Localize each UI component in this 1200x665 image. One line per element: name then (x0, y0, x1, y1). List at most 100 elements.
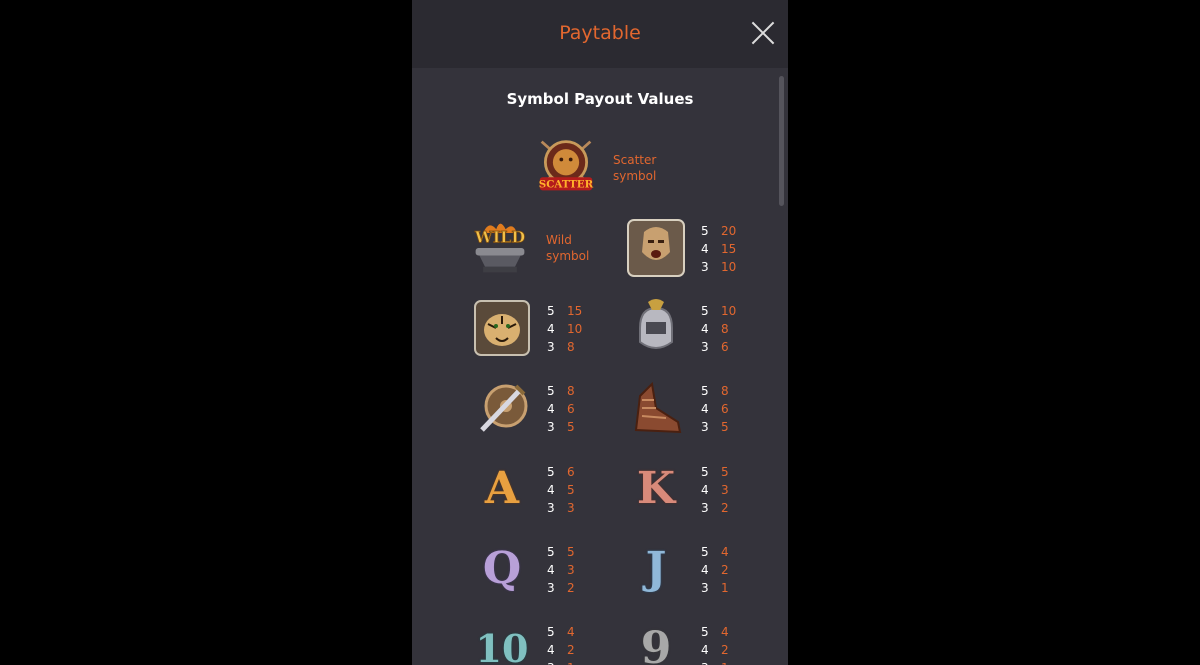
payout-value: 8 (567, 384, 575, 398)
j-pays: 544231 (701, 543, 761, 597)
payout-count: 3 (701, 420, 709, 434)
payout-count: 3 (701, 581, 709, 595)
letter-j-glyph: J (645, 543, 667, 594)
scatter-label: Scatter symbol (613, 152, 656, 184)
gladiator-icon (627, 219, 685, 277)
payout-count: 5 (547, 384, 555, 398)
payout-value: 3 (567, 563, 575, 577)
payout-row: 33 (547, 499, 607, 517)
payout-value: 2 (721, 643, 729, 657)
close-icon[interactable] (750, 20, 776, 46)
payout-row: 42 (701, 641, 761, 659)
wild-badge: WILD (474, 227, 526, 246)
scatter-badge: SCATTER (539, 179, 594, 191)
tiger-icon (474, 300, 530, 356)
number-10-glyph: 10 (475, 626, 529, 665)
letter-q-icon: Q (472, 539, 532, 599)
payout-count: 5 (701, 545, 709, 559)
payout-row: 55 (701, 463, 761, 481)
letter-k-icon: K (626, 459, 686, 519)
letter-q-glyph: Q (482, 543, 522, 594)
payout-row: 42 (701, 561, 761, 579)
payout-count: 4 (547, 563, 555, 577)
payout-row: 56 (547, 463, 607, 481)
payout-count: 5 (701, 224, 709, 238)
payout-count: 5 (547, 465, 555, 479)
payout-count: 4 (701, 322, 709, 336)
payout-count: 4 (701, 643, 709, 657)
payout-value: 2 (721, 501, 729, 515)
payout-row: 43 (547, 561, 607, 579)
10-pays: 544231 (547, 623, 607, 665)
payout-row: 45 (547, 481, 607, 499)
payout-count: 4 (701, 402, 709, 416)
payout-row: 4 10 (547, 320, 607, 338)
payout-count: 3 (547, 501, 555, 515)
wild-label-line1: Wild (546, 233, 572, 247)
payout-row: 31 (547, 659, 607, 665)
payout-value: 8 (721, 384, 729, 398)
number-9-icon: 9 (626, 619, 686, 665)
shield-sword-icon (480, 384, 528, 432)
payout-value: 2 (721, 563, 729, 577)
payout-count: 5 (701, 304, 709, 318)
payout-count: 3 (701, 659, 709, 665)
payout-value: 5 (567, 420, 575, 434)
payout-row: 4 15 (701, 240, 761, 258)
wild-brazier-icon: WILD (473, 223, 526, 273)
payout-value: 5 (567, 483, 575, 497)
payout-row: 35 (547, 418, 607, 436)
payout-value: 5 (567, 545, 575, 559)
payout-value: 10 (567, 322, 583, 336)
payout-value: 2 (567, 643, 575, 657)
payout-row: 48 (701, 320, 761, 338)
sandal-pays: 584635 (701, 382, 761, 436)
scrollbar[interactable] (779, 72, 785, 665)
payout-value: 20 (721, 224, 737, 238)
letter-a-glyph: A (484, 463, 520, 514)
letter-a-icon: A (472, 459, 532, 519)
helmet-icon (639, 299, 673, 349)
k-pays: 5543 32 (701, 463, 761, 517)
payout-row: 46 (701, 400, 761, 418)
payout-row: 43 (701, 481, 761, 499)
payout-count: 3 (701, 501, 709, 515)
payout-row: 46 (547, 400, 607, 418)
payout-row: 35 (701, 418, 761, 436)
q-pays: 554332 (547, 543, 607, 597)
payout-row: 58 (701, 382, 761, 400)
payout-value: 6 (721, 402, 729, 416)
payout-value: 5 (721, 420, 729, 434)
payout-value: 6 (567, 402, 575, 416)
payout-count: 3 (547, 659, 555, 665)
payout-row: 58 (547, 382, 607, 400)
payout-count: 5 (701, 465, 709, 479)
payout-value: 10 (721, 304, 737, 318)
paytable-panel: Paytable Symbol Payout Values SCATTER Sc… (412, 0, 788, 665)
payout-count: 3 (701, 340, 709, 354)
payout-count: 3 (701, 260, 709, 274)
payout-row: 42 (547, 641, 607, 659)
9-pays: 544231 (701, 623, 761, 665)
payout-count: 4 (547, 483, 555, 497)
number-9-glyph: 9 (640, 623, 672, 665)
payout-row: 5 20 (701, 222, 761, 240)
scatter-label-line2: symbol (613, 169, 657, 183)
payout-value: 1 (721, 659, 729, 665)
payout-row: 54 (547, 623, 607, 641)
paytable-title: Paytable (559, 22, 641, 44)
payout-count: 3 (547, 581, 555, 595)
payout-value: 10 (721, 260, 737, 274)
payout-count: 3 (547, 340, 555, 354)
payout-count: 4 (701, 483, 709, 497)
payout-value: 6 (721, 340, 729, 354)
payout-value: 4 (721, 625, 729, 639)
payout-row: 36 (701, 338, 761, 356)
payout-count: 5 (547, 625, 555, 639)
payout-value: 6 (567, 465, 575, 479)
paytable-header: Paytable (412, 0, 788, 68)
payout-count: 4 (701, 242, 709, 256)
payout-row: 32 (547, 579, 607, 597)
payout-count: 4 (547, 643, 555, 657)
shield-sword-pays: 584635 (547, 382, 607, 436)
